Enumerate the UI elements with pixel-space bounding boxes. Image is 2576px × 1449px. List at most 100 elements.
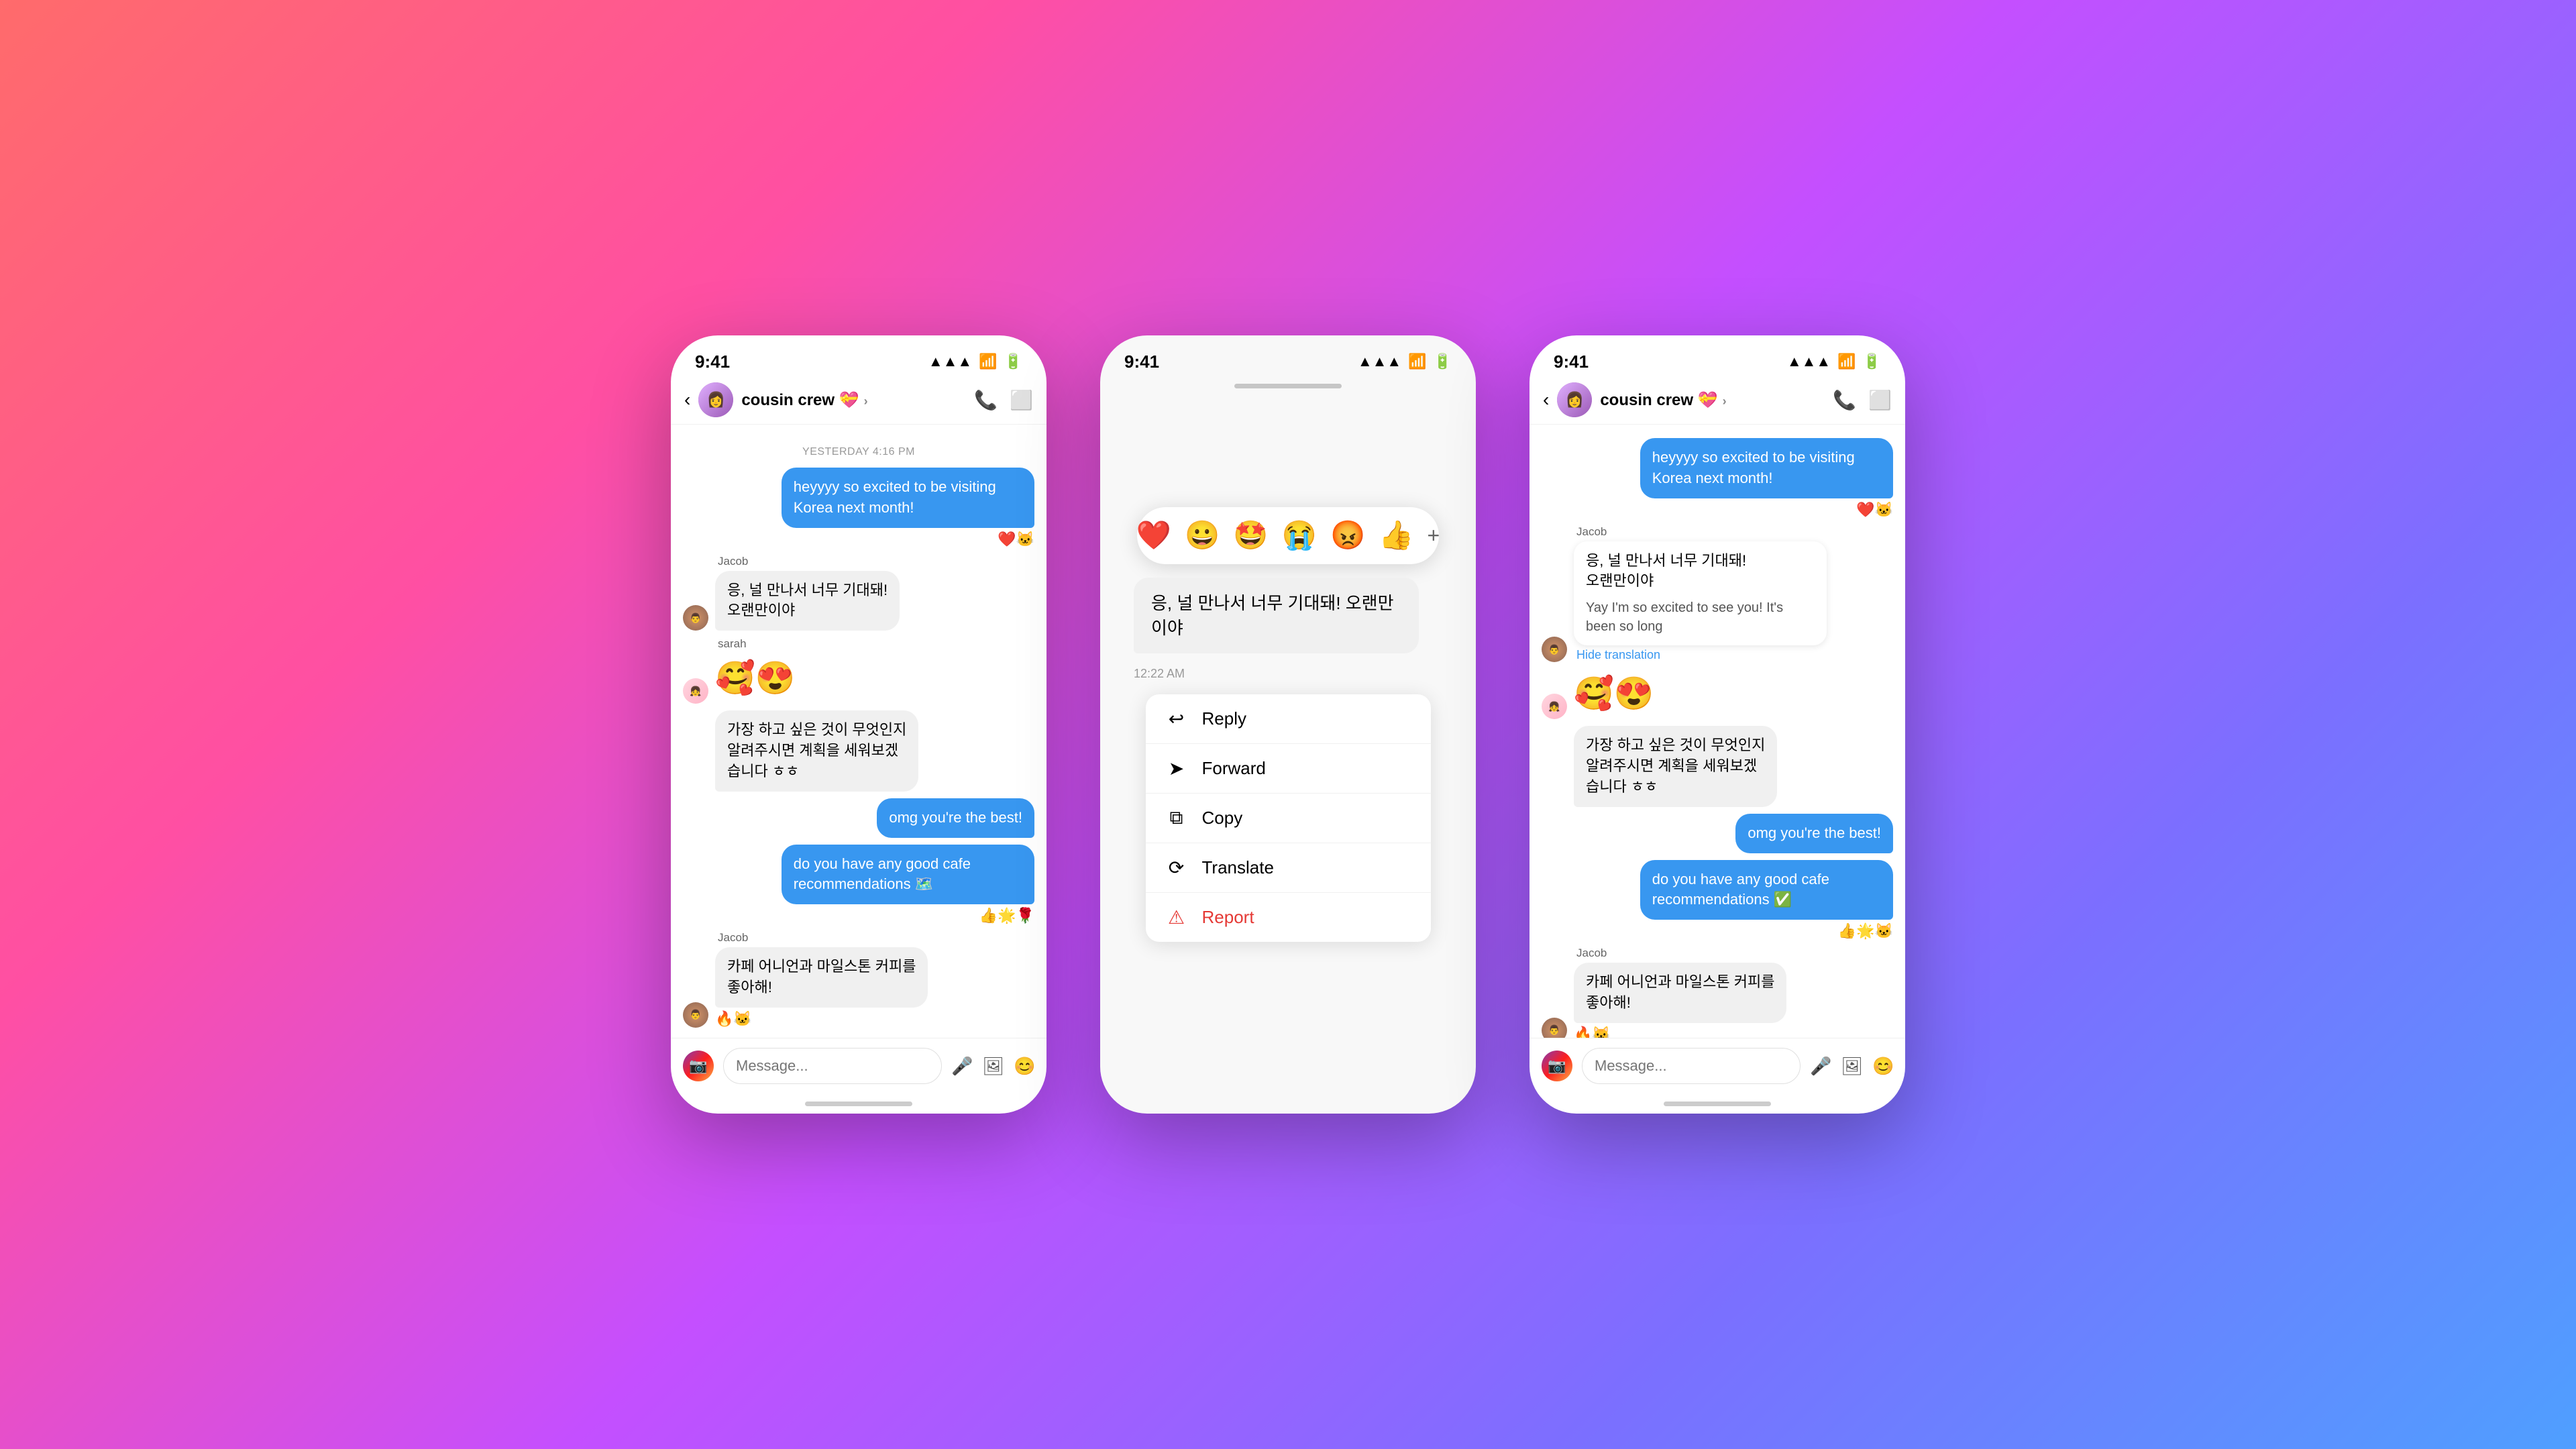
context-time: 12:22 AM: [1134, 667, 1185, 681]
p3-sarah-text-content: 가장 하고 싶은 것이 무엇인지알려주시면 계획을 세워보겠습니다 ㅎㅎ: [1574, 726, 1777, 806]
jacob-cafe-sender-1: Jacob: [718, 931, 928, 945]
input-actions-3: 🎤 🖼 😊 ⊕: [1810, 1056, 1905, 1077]
p3-cafe-bubble: do you have any good cafe recommendation…: [1640, 860, 1893, 920]
home-indicator-3: [1529, 1093, 1905, 1114]
messages-area-1: YESTERDAY 4:16 PM heyyyy so excited to b…: [671, 425, 1046, 1038]
bubble-sent-1: heyyyy so excited to be visiting Korea n…: [782, 468, 1034, 528]
p3-msg-jacob-1: 👨 Jacob 응, 널 만나서 너무 기대돼!오랜만이야 Yay I'm so…: [1542, 525, 1893, 663]
p3-content-sent-1: heyyyy so excited to be visiting Korea n…: [1640, 438, 1893, 519]
p3-jacob-content: Jacob 응, 널 만나서 너무 기대돼!오랜만이야 Yay I'm so e…: [1574, 525, 1827, 663]
p3-jacob-sender: Jacob: [1576, 525, 1827, 539]
p3-jacob-avatar: 👨: [1542, 637, 1567, 662]
reaction-angry[interactable]: 😡: [1330, 519, 1365, 552]
jacob-msg-content-1: Jacob 응, 널 만나서 너무 기대돼!오랜만이야: [715, 555, 900, 631]
sarah-sender-1: sarah: [718, 637, 796, 651]
menu-item-forward[interactable]: ➤ Forward: [1146, 744, 1431, 794]
p3-jacob-korean: 응, 널 만나서 너무 기대돼!오랜만이야: [1586, 551, 1815, 592]
reaction-cry[interactable]: 😭: [1282, 519, 1317, 552]
omg-msg-content-1: omg you're the best!: [877, 798, 1034, 838]
hide-translation-btn[interactable]: Hide translation: [1576, 648, 1827, 662]
header-actions-3: 📞 ⬜: [1833, 389, 1892, 411]
p3-sarah-text-row: 가장 하고 싶은 것이 무엇인지알려주시면 계획을 세워보겠습니다 ㅎㅎ: [1542, 726, 1893, 806]
reaction-plus[interactable]: +: [1428, 523, 1440, 548]
emoji-icon-1[interactable]: 😊: [1014, 1056, 1035, 1077]
p3-cafe-reactions: 👍🌟🐱: [1640, 922, 1893, 940]
phone-2: 9:41 ▲▲▲ 📶 🔋 ❤️ 😀 🤩 😭 😡 👍 + 응, 널 만나서 너무 …: [1100, 335, 1476, 1114]
image-icon-1[interactable]: 🖼: [982, 1056, 1004, 1077]
message-input-1[interactable]: [723, 1048, 942, 1084]
status-bar-1: 9:41 ▲▲▲ 📶 🔋: [671, 335, 1046, 376]
mic-icon-1[interactable]: 🎤: [951, 1056, 973, 1077]
header-title-3: cousin crew 💝 ›: [1600, 390, 1825, 410]
sarah-msg-content-1: sarah 🥰😍: [715, 637, 796, 704]
message-row-jacob-1: 👨 Jacob 응, 널 만나서 너무 기대돼!오랜만이야: [683, 555, 1034, 631]
emoji-icon-3[interactable]: 😊: [1872, 1056, 1894, 1077]
phone-1: 9:41 ▲▲▲ 📶 🔋 ‹ 👩 cousin crew 💝 › 📞 ⬜ YES…: [671, 335, 1046, 1114]
p3-sarah-bubble: 🥰😍: [1574, 669, 1654, 719]
signal-icon-1: ▲▲▲: [928, 353, 972, 370]
back-button-1[interactable]: ‹: [684, 389, 690, 411]
message-row-cafe-rec-1: 👨 Jacob 카페 어니언과 마일스톤 커피를좋아해! 🔥🐱: [683, 931, 1034, 1028]
copy-icon: ⧉: [1165, 807, 1189, 829]
message-input-3[interactable]: [1582, 1048, 1801, 1084]
menu-item-reply[interactable]: ↩ Reply: [1146, 694, 1431, 744]
p3-reactions-sent-1: ❤️🐱: [1640, 501, 1893, 519]
message-row-sent-1: heyyyy so excited to be visiting Korea n…: [683, 468, 1034, 548]
p3-jacob-cafe-content: Jacob 카페 어니언과 마일스톤 커피를좋아해! 🔥🐱: [1574, 947, 1786, 1038]
input-bar-3: 📷 🎤 🖼 😊 ⊕: [1529, 1038, 1905, 1093]
back-button-3[interactable]: ‹: [1543, 389, 1549, 411]
jacob-cafe-reactions-1: 🔥🐱: [715, 1010, 928, 1028]
emoji-reaction-bar: ❤️ 😀 🤩 😭 😡 👍 +: [1137, 507, 1439, 564]
translate-icon: ⟳: [1165, 857, 1189, 879]
header-title-1: cousin crew 💝 ›: [741, 390, 966, 410]
cafe-msg-content-1: do you have any good cafe recommendation…: [782, 845, 1034, 925]
report-label: Report: [1202, 907, 1254, 928]
signal-icon-3: ▲▲▲: [1787, 353, 1831, 370]
camera-button-3[interactable]: 📷: [1542, 1051, 1572, 1081]
message-row-omg-1: omg you're the best!: [683, 798, 1034, 838]
p3-jacob-translation: Yay I'm so excited to see you! It's been…: [1586, 598, 1815, 636]
phone-call-icon-1[interactable]: 📞: [974, 389, 998, 411]
avatar-img-3: 👩: [1557, 382, 1592, 417]
p3-cafe-content: do you have any good cafe recommendation…: [1640, 860, 1893, 941]
reaction-thumbsup[interactable]: 👍: [1379, 519, 1413, 552]
video-call-icon-3[interactable]: ⬜: [1868, 389, 1892, 411]
header-actions-1: 📞 ⬜: [974, 389, 1033, 411]
message-row-sarah-1: 👧 sarah 🥰😍: [683, 637, 1034, 704]
reply-label: Reply: [1202, 708, 1246, 729]
message-row-cafe-1: do you have any good cafe recommendation…: [683, 845, 1034, 925]
chat-header-3: ‹ 👩 cousin crew 💝 › 📞 ⬜: [1529, 376, 1905, 425]
camera-icon-1: 📷: [689, 1057, 707, 1075]
p3-jacob-cafe-avatar: 👨: [1542, 1018, 1567, 1038]
reaction-grin[interactable]: 😀: [1185, 519, 1220, 552]
mic-icon-3[interactable]: 🎤: [1810, 1056, 1831, 1077]
menu-item-report[interactable]: ⚠ Report: [1146, 893, 1431, 942]
camera-icon-3: 📷: [1548, 1057, 1566, 1075]
image-icon-3[interactable]: 🖼: [1841, 1056, 1863, 1077]
plus-icon-1[interactable]: ⊕: [1045, 1056, 1046, 1077]
input-actions-1: 🎤 🖼 😊 ⊕: [951, 1056, 1046, 1077]
status-time-3: 9:41: [1554, 352, 1589, 372]
reaction-star-eyes[interactable]: 🤩: [1233, 519, 1268, 552]
cafe-bubble-1: do you have any good cafe recommendation…: [782, 845, 1034, 905]
battery-icon-1: 🔋: [1004, 353, 1022, 370]
status-icons-1: ▲▲▲ 📶 🔋: [928, 353, 1022, 370]
p3-sarah-text-bubble: 가장 하고 싶은 것이 무엇인지알려주시면 계획을 세워보겠습니다 ㅎㅎ: [1574, 726, 1777, 806]
jacob-cafe-content-1: Jacob 카페 어니언과 마일스톤 커피를좋아해! 🔥🐱: [715, 931, 928, 1028]
video-call-icon-1[interactable]: ⬜: [1010, 389, 1033, 411]
input-bar-1: 📷 🎤 🖼 😊 ⊕: [671, 1038, 1046, 1093]
jacob-bubble-1: 응, 널 만나서 너무 기대돼!오랜만이야: [715, 571, 900, 631]
sarah-bubble-1: 🥰😍: [715, 653, 796, 704]
plus-icon-3[interactable]: ⊕: [1904, 1056, 1905, 1077]
jacob-sender-1: Jacob: [718, 555, 900, 568]
phone-call-icon-3[interactable]: 📞: [1833, 389, 1856, 411]
reply-icon: ↩: [1165, 708, 1189, 730]
menu-item-copy[interactable]: ⧉ Copy: [1146, 794, 1431, 843]
sarah-text-content-1: 가장 하고 싶은 것이 무엇인지알려주시면 계획을 세워보겠습니다 ㅎㅎ: [715, 710, 918, 791]
menu-item-translate[interactable]: ⟳ Translate: [1146, 843, 1431, 893]
context-menu: ↩ Reply ➤ Forward ⧉ Copy ⟳ Translate ⚠ R…: [1146, 694, 1431, 942]
reaction-heart[interactable]: ❤️: [1136, 519, 1171, 552]
forward-icon: ➤: [1165, 757, 1189, 780]
camera-button-1[interactable]: 📷: [683, 1051, 714, 1081]
p3-omg-content: omg you're the best!: [1735, 814, 1893, 853]
